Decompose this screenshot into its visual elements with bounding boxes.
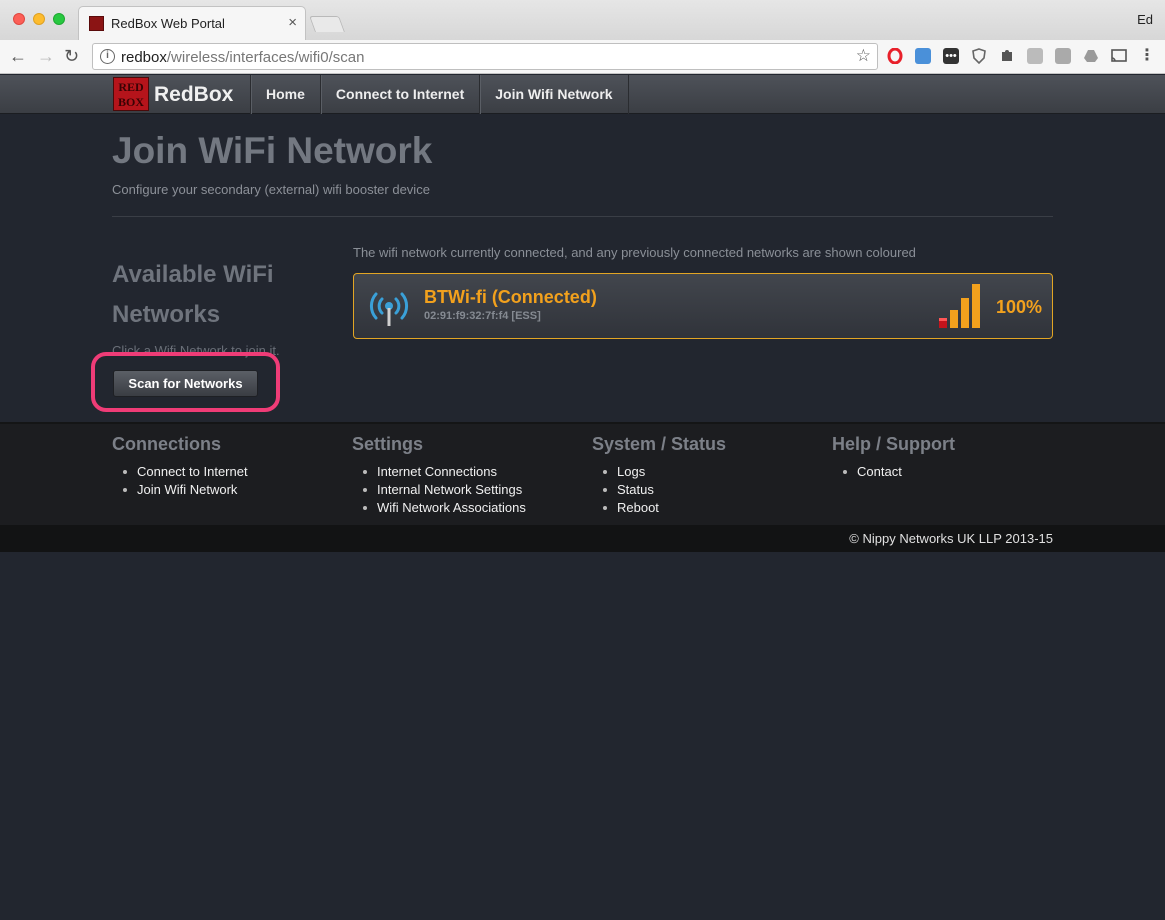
site-navbar: RED BOX RedBox Home Connect to Internet …	[0, 75, 1165, 114]
footer-link[interactable]: Join Wifi Network	[123, 481, 342, 499]
footer-link[interactable]: Logs	[603, 463, 822, 481]
footer-link[interactable]: Connect to Internet	[123, 463, 342, 481]
browser-titlebar: RedBox Web Portal × Ed	[0, 0, 1165, 40]
page-subtitle: Configure your secondary (external) wifi…	[112, 182, 430, 197]
nav-home[interactable]: Home	[250, 75, 320, 114]
available-networks-title: Available WiFi Networks	[112, 261, 274, 328]
redbox-logo-icon[interactable]: RED BOX	[113, 77, 149, 111]
wifi-antenna-icon	[369, 292, 409, 326]
browser-toolbar: ← → ↻ i redbox/wireless/interfaces/wifi0…	[0, 40, 1165, 74]
footer-column-connections: Connections Connect to Internet Join Wif…	[112, 434, 342, 499]
page-title: Join WiFi Network	[112, 130, 433, 171]
nav-join-wifi-network[interactable]: Join Wifi Network	[479, 75, 629, 114]
footer-link[interactable]: Contact	[843, 463, 1062, 481]
footer-link[interactable]: Status	[603, 481, 822, 499]
new-tab-button[interactable]	[309, 16, 345, 32]
address-url[interactable]: redbox/wireless/interfaces/wifi0/scan	[121, 49, 364, 66]
logo-box-line1: RED	[118, 80, 144, 94]
network-card[interactable]: BTWi-fi (Connected) 02:91:f9:32:7f:f4 [E…	[353, 273, 1053, 339]
footer-link[interactable]: Wifi Network Associations	[363, 499, 582, 517]
profile-name[interactable]: Ed	[1137, 12, 1153, 27]
footer-column-system-status: System / Status Logs Status Reboot	[592, 434, 822, 517]
forward-arrow-icon[interactable]: →	[37, 46, 55, 66]
footer-link[interactable]: Internet Connections	[363, 463, 582, 481]
footer-heading: Connections	[112, 434, 222, 454]
window-maximize-button[interactable]	[53, 13, 65, 25]
signal-strength-icon	[939, 284, 980, 328]
footer-column-settings: Settings Internet Connections Internal N…	[352, 434, 582, 517]
footer-heading: Settings	[352, 434, 424, 454]
footer-heading: System / Status	[592, 434, 727, 454]
url-path: /wireless/interfaces/wifi0/scan	[166, 49, 365, 66]
shield-extension-icon[interactable]	[971, 48, 987, 65]
drive-extension-icon[interactable]	[1083, 48, 1099, 64]
highlight-annotation	[91, 352, 280, 412]
nav-connect-to-internet[interactable]: Connect to Internet	[319, 75, 479, 114]
browser-menu-icon[interactable]: ⋮	[1139, 48, 1155, 64]
menu-dots-extension-icon[interactable]: •••	[943, 48, 959, 64]
network-details: 02:91:f9:32:7f:f4 [ESS]	[424, 310, 541, 322]
site-nav-items: Home Connect to Internet Join Wifi Netwo…	[250, 75, 629, 114]
networks-note: The wifi network currently connected, an…	[353, 245, 916, 260]
back-arrow-icon[interactable]: ←	[9, 46, 27, 66]
reload-icon[interactable]: ↻	[64, 46, 79, 66]
folder-extension-icon[interactable]	[915, 48, 931, 64]
footer: Connections Connect to Internet Join Wif…	[0, 422, 1165, 525]
puzzle-extension-icon[interactable]	[999, 48, 1015, 64]
url-host: redbox	[121, 49, 167, 66]
footer-link[interactable]: Reboot	[603, 499, 822, 517]
bookmark-star-icon[interactable]: ☆	[856, 46, 871, 66]
network-name: BTWi-fi (Connected)	[424, 287, 597, 307]
address-bar[interactable]: i redbox/wireless/interfaces/wifi0/scan …	[92, 43, 878, 70]
footer-link[interactable]: Internal Network Settings	[363, 481, 582, 499]
tab-title: RedBox Web Portal	[111, 16, 225, 31]
info-icon[interactable]: i	[100, 49, 115, 64]
window-minimize-button[interactable]	[33, 13, 45, 25]
logo-box-line2: BOX	[117, 95, 144, 109]
signal-percentage: 100%	[995, 297, 1042, 317]
tab-close-icon[interactable]: ×	[288, 14, 297, 31]
footer-heading: Help / Support	[832, 434, 955, 454]
copyright-bar: © Nippy Networks UK LLP 2013-15	[0, 525, 1165, 552]
footer-column-help-support: Help / Support Contact	[832, 434, 1062, 481]
redbox-favicon-icon	[89, 16, 104, 31]
copyright-text: © Nippy Networks UK LLP 2013-15	[849, 531, 1053, 546]
cast-icon[interactable]	[1111, 48, 1127, 64]
rss-extension-icon[interactable]	[1027, 48, 1043, 64]
window-close-button[interactable]	[13, 13, 25, 25]
site-logo-text[interactable]: RedBox	[154, 83, 233, 107]
reader-extension-icon[interactable]	[1055, 48, 1071, 64]
browser-tab[interactable]: RedBox Web Portal ×	[78, 6, 306, 40]
opera-extension-icon[interactable]	[887, 47, 903, 65]
header-divider	[112, 216, 1053, 217]
